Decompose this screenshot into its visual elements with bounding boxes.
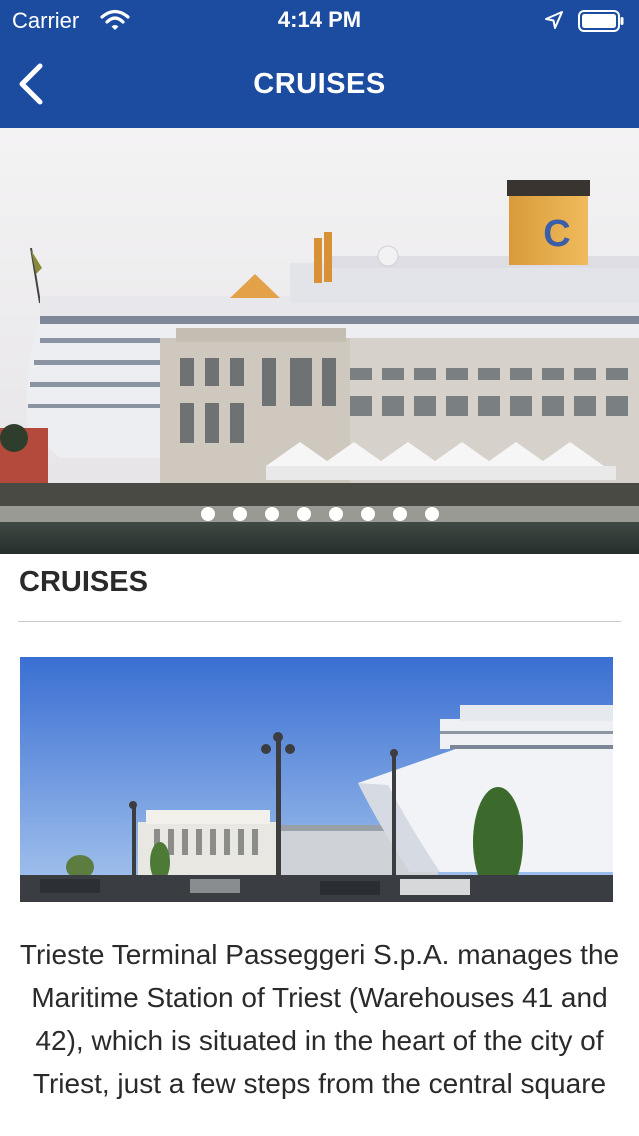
carousel-dot[interactable]: [296, 507, 311, 521]
status-bar: Carrier 4:14 PM: [0, 0, 639, 40]
carousel-dot[interactable]: [200, 507, 215, 521]
content-photo: [20, 657, 613, 902]
description-paragraph: Trieste Terminal Passeggeri S.p.A. manag…: [19, 939, 620, 1099]
section-divider: [18, 621, 621, 622]
maritime-station-photo: [20, 657, 613, 902]
section-title: CRUISES: [19, 566, 148, 598]
page-title: CRUISES: [253, 68, 386, 100]
navigation-bar: CRUISES: [0, 44, 639, 128]
hero-carousel[interactable]: C: [0, 128, 639, 554]
location-arrow-icon: [545, 11, 563, 29]
carousel-dot[interactable]: [264, 507, 279, 521]
hero-cruise-ship-photo: C: [0, 128, 639, 554]
svg-text:C: C: [543, 213, 570, 255]
carousel-dot[interactable]: [360, 507, 375, 521]
carousel-dot[interactable]: [424, 507, 439, 521]
carousel-dot[interactable]: [392, 507, 407, 521]
carousel-dot[interactable]: [232, 507, 247, 521]
cruises-screen: Carrier 4:14 PM CRUISES C CRUISES Triest…: [0, 0, 639, 1136]
top-bar: Carrier 4:14 PM CRUISES: [0, 0, 639, 128]
carousel-page-indicator: [0, 507, 639, 521]
carousel-dot[interactable]: [328, 507, 343, 521]
battery-icon: [578, 10, 624, 32]
